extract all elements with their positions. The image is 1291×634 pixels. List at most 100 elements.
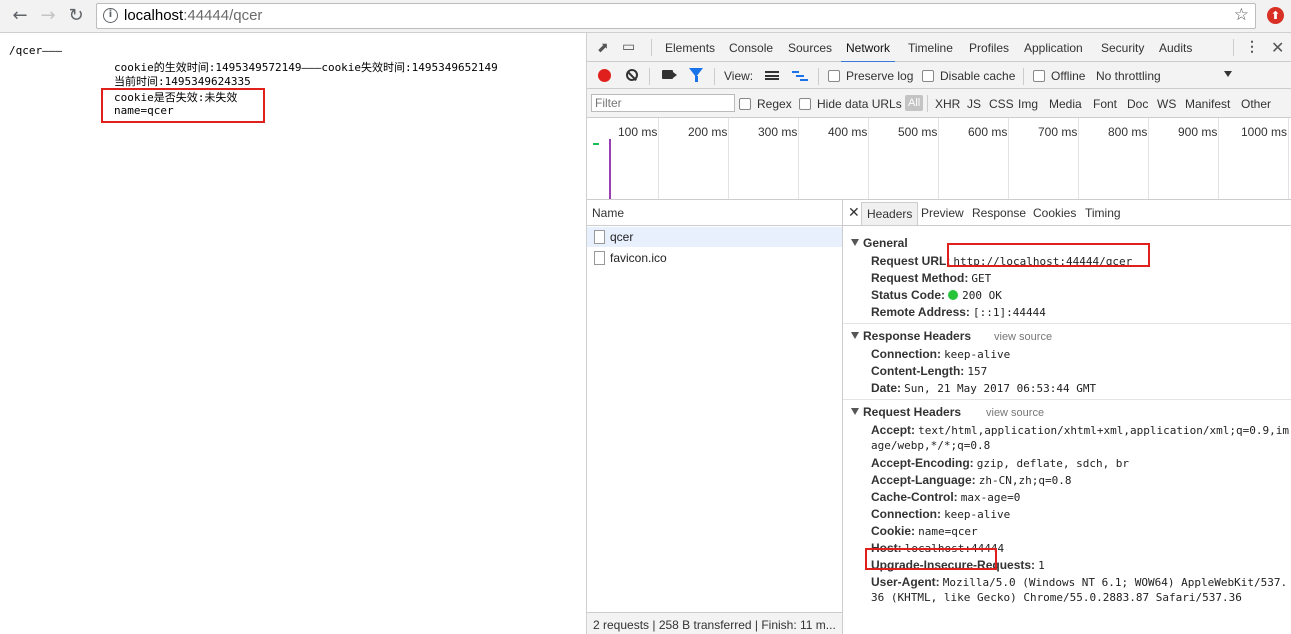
timeline-gridline	[728, 118, 729, 199]
info-icon[interactable]: i	[103, 8, 118, 23]
close-detail-icon[interactable]: ✕	[848, 204, 860, 221]
detail-tab-bar: ✕ Headers Preview Response Cookies Timin…	[843, 200, 1291, 226]
type-filter-ws[interactable]: WS	[1157, 97, 1176, 111]
expand-triangle-icon	[851, 239, 859, 246]
hide-data-urls-checkbox[interactable]	[799, 98, 811, 110]
section-general-toggle[interactable]: General	[851, 236, 908, 250]
request-row-favicon[interactable]: favicon.ico	[587, 248, 842, 268]
timeline-label: 400 ms	[828, 125, 868, 139]
header-accept-language: Accept-Language: zh-CN,zh;q=0.8	[871, 473, 1071, 487]
type-filter-doc[interactable]: Doc	[1127, 97, 1148, 111]
filter-input[interactable]	[591, 94, 735, 112]
tab-console[interactable]: Console	[729, 41, 773, 55]
clear-icon[interactable]	[626, 69, 638, 81]
header-value: zh-CN,zh;q=0.8	[978, 474, 1072, 487]
device-toolbar-icon[interactable]: ▭	[622, 38, 635, 55]
timeline-gridline	[938, 118, 939, 199]
timeline-gridline	[1288, 118, 1289, 199]
header-date: Date: Sun, 21 May 2017 06:53:44 GMT	[871, 381, 1096, 395]
tab-security[interactable]: Security	[1101, 41, 1144, 55]
throttling-select[interactable]: No throttling	[1096, 69, 1161, 83]
url-path: :44444/qcer	[183, 7, 263, 24]
type-filter-all[interactable]: All	[905, 95, 924, 111]
filter-icon[interactable]	[689, 68, 703, 82]
tab-cookies[interactable]: Cookies	[1033, 206, 1076, 220]
large-rows-icon[interactable]	[765, 71, 779, 80]
divider	[843, 399, 1291, 400]
tab-headers[interactable]: Headers	[861, 202, 919, 225]
request-row-qcer[interactable]: qcer	[587, 227, 842, 247]
tab-elements[interactable]: Elements	[665, 41, 715, 55]
disable-cache-checkbox[interactable]	[922, 70, 934, 82]
tab-sources[interactable]: Sources	[788, 41, 832, 55]
request-detail-pane: ✕ Headers Preview Response Cookies Timin…	[843, 200, 1291, 634]
response-view-source-link[interactable]: view source	[994, 331, 1052, 343]
tab-audits[interactable]: Audits	[1159, 41, 1192, 55]
header-key: Date:	[871, 381, 902, 395]
header-value: GET	[971, 272, 992, 285]
type-filter-img[interactable]: Img	[1018, 97, 1038, 111]
type-filter-js[interactable]: JS	[967, 97, 981, 111]
url-text[interactable]: localhost:44444/qcer	[124, 7, 262, 24]
offline-checkbox[interactable]	[1033, 70, 1045, 82]
header-value: 157	[967, 365, 988, 378]
header-value: 1	[1038, 559, 1045, 572]
timeline-label: 700 ms	[1038, 125, 1078, 139]
header-key: Accept:	[871, 423, 916, 437]
header-connection: Connection: keep-alive	[871, 347, 1010, 361]
more-options-icon[interactable]: ⋮	[1245, 38, 1259, 55]
tab-response[interactable]: Response	[972, 206, 1026, 220]
type-filter-css[interactable]: CSS	[989, 97, 1014, 111]
type-filter-manifest[interactable]: Manifest	[1185, 97, 1230, 111]
back-button[interactable]: ←	[8, 4, 32, 28]
tab-timing[interactable]: Timing	[1085, 206, 1121, 220]
divider	[649, 68, 650, 85]
timeline-label: 200 ms	[688, 125, 728, 139]
expand-triangle-icon	[851, 408, 859, 415]
overview-waterfall-icon[interactable]	[792, 70, 808, 81]
address-bar[interactable]: i localhost:44444/qcer ☆	[96, 3, 1256, 29]
divider	[714, 68, 715, 85]
timeline-label: 1000 ms	[1241, 125, 1288, 139]
screenshot-camera-icon[interactable]	[662, 70, 677, 79]
browser-toolbar: ← → ↻ i localhost:44444/qcer ☆ ⬆	[0, 0, 1291, 33]
page-content: /qcer——— cookie的生效时间:1495349572149———coo…	[0, 33, 586, 634]
regex-checkbox[interactable]	[739, 98, 751, 110]
request-list-header[interactable]: Name	[587, 200, 842, 226]
header-remote-address: Remote Address: [::1]:44444	[871, 305, 1046, 319]
request-list: Name qcer favicon.ico 2 requests | 258 B…	[587, 200, 843, 634]
timeline-gridline	[1148, 118, 1149, 199]
section-request-headers-toggle[interactable]: Request Headers	[851, 405, 961, 419]
inspect-element-icon[interactable]: ⬈	[597, 39, 609, 56]
reload-button[interactable]: ↻	[64, 4, 88, 28]
network-overview-timeline[interactable]: 100 ms 200 ms 300 ms 400 ms 500 ms 600 m…	[587, 118, 1291, 200]
tab-profiles[interactable]: Profiles	[969, 41, 1009, 55]
bookmark-star-icon[interactable]: ☆	[1234, 5, 1249, 25]
tab-network[interactable]: Network	[840, 41, 896, 63]
close-devtools-icon[interactable]: ✕	[1271, 38, 1284, 58]
chevron-down-icon[interactable]	[1224, 71, 1232, 77]
forward-button[interactable]: →	[36, 4, 60, 28]
tab-timeline[interactable]: Timeline	[908, 41, 953, 55]
record-icon[interactable]	[598, 69, 611, 82]
tab-application[interactable]: Application	[1024, 41, 1083, 55]
network-summary-text: 2 requests | 258 B transferred | Finish:…	[593, 618, 836, 632]
header-request-method: Request Method: GET	[871, 271, 991, 285]
type-filter-font[interactable]: Font	[1093, 97, 1117, 111]
header-user-agent: User-Agent: Mozilla/5.0 (Windows NT 6.1;…	[871, 575, 1287, 589]
section-response-headers-title: Response Headers	[863, 329, 972, 343]
timeline-gridline	[1218, 118, 1219, 199]
preserve-log-checkbox[interactable]	[828, 70, 840, 82]
header-key: Remote Address:	[871, 305, 970, 319]
type-filter-other[interactable]: Other	[1241, 97, 1271, 111]
divider	[927, 95, 928, 112]
request-view-source-link[interactable]: view source	[986, 407, 1044, 419]
status-ok-icon	[948, 290, 959, 300]
extension-update-icon[interactable]: ⬆	[1267, 7, 1284, 24]
type-filter-media[interactable]: Media	[1049, 97, 1082, 111]
tab-preview[interactable]: Preview	[921, 206, 964, 220]
type-filter-xhr[interactable]: XHR	[935, 97, 960, 111]
highlight-box-page	[101, 88, 265, 123]
timeline-label: 600 ms	[968, 125, 1008, 139]
section-response-headers-toggle[interactable]: Response Headers	[851, 329, 971, 343]
